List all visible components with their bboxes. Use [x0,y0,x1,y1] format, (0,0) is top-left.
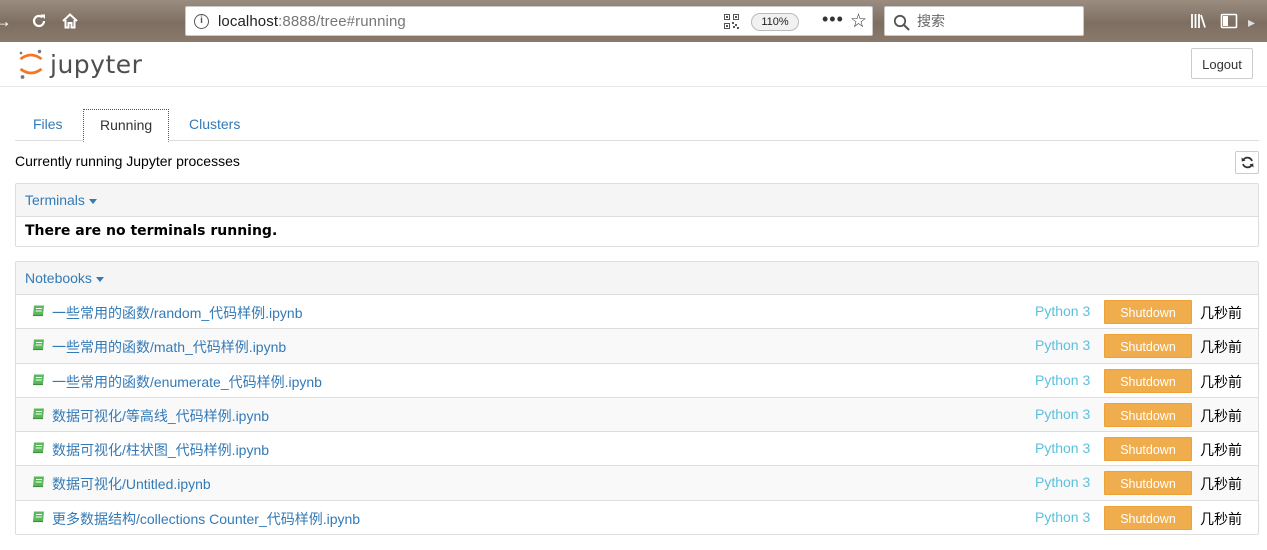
home-icon[interactable] [59,10,81,32]
shutdown-button[interactable]: Shutdown [1104,505,1192,530]
notebooks-panel: Notebooks 一些常用的函数/random_代码样例.ipynb Pyth… [15,261,1259,535]
running-section-title: Currently running Jupyter processes [15,153,240,169]
tab-files[interactable]: Files [17,109,79,141]
notebook-book-icon [33,374,44,385]
notebook-link[interactable]: 一些常用的函数/math_代码样例.ipynb [52,337,286,357]
forward-icon[interactable]: → [0,10,14,32]
notebook-link[interactable]: 更多数据结构/collections Counter_代码样例.ipynb [52,509,360,529]
notebook-book-icon [33,442,44,454]
notebook-book-icon [33,511,44,522]
terminals-panel: Terminals There are no terminals running… [15,183,1259,247]
notebook-book-icon [33,305,44,317]
shutdown-button[interactable]: Shutdown [1104,437,1192,462]
terminals-empty-message: There are no terminals running. [25,223,278,239]
bookmark-star-icon[interactable]: ☆ [850,10,867,33]
notebook-row: 一些常用的函数/math_代码样例.ipynb Python 3 Shutdow… [16,329,1258,364]
kernel-name: Python 3 [1035,440,1091,457]
notebook-row: 数据可视化/等高线_代码样例.ipynb Python 3 Shutdown 几… [16,397,1258,433]
last-activity-time: 几秒前 [1200,305,1242,321]
notebook-link[interactable]: 一些常用的函数/random_代码样例.ipynb [52,303,303,323]
terminals-panel-header[interactable]: Terminals [16,184,1258,217]
kernel-name: Python 3 [1035,508,1091,525]
sidebar-toggle-icon[interactable] [1220,12,1238,30]
notebook-link[interactable]: 数据可视化/Untitled.ipynb [52,474,211,494]
qr-code-icon[interactable] [724,14,739,29]
kernel-name: Python 3 [1035,371,1091,388]
search-input[interactable] [915,11,1075,31]
notebook-row: 一些常用的函数/enumerate_代码样例.ipynb Python 3 Sh… [16,364,1258,398]
tab-clusters[interactable]: Clusters [173,109,256,141]
notebook-book-icon [33,408,44,419]
tab-running[interactable]: Running [83,109,170,142]
jupyter-header: jupyter Logout [0,42,1267,87]
notebook-list: 一些常用的函数/random_代码样例.ipynb Python 3 Shutd… [16,295,1258,535]
kernel-name: Python 3 [1035,405,1091,422]
library-icon[interactable] [1190,12,1208,30]
kernel-name: Python 3 [1035,303,1091,319]
shutdown-button[interactable]: Shutdown [1104,402,1192,427]
notebook-row: 数据可视化/Untitled.ipynb Python 3 Shutdown 几… [16,466,1258,501]
last-activity-time: 几秒前 [1200,339,1242,356]
search-icon [893,14,910,31]
reload-icon[interactable] [28,10,50,32]
last-activity-time: 几秒前 [1200,510,1242,527]
shutdown-button[interactable]: Shutdown [1104,368,1192,393]
notebooks-toggle[interactable]: Notebooks [25,270,92,286]
overflow-menu-icon[interactable]: ▸ [1248,14,1255,31]
last-activity-time: 几秒前 [1200,407,1242,424]
page-actions-icon[interactable]: ••• [822,9,844,30]
search-bar[interactable] [884,6,1084,36]
last-activity-time: 几秒前 [1200,373,1242,390]
address-bar[interactable]: i localhost:8888/tree#running 110% ••• ☆ [185,6,873,36]
jupyter-logo-icon [19,49,43,79]
shutdown-button[interactable]: Shutdown [1104,471,1192,496]
jupyter-logo-text: jupyter [50,50,143,79]
notebook-link[interactable]: 一些常用的函数/enumerate_代码样例.ipynb [52,372,322,392]
notebook-row: 一些常用的函数/random_代码样例.ipynb Python 3 Shutd… [16,295,1258,330]
notebook-link[interactable]: 数据可视化/等高线_代码样例.ipynb [52,406,269,426]
notebook-row: 更多数据结构/collections Counter_代码样例.ipynb Py… [16,501,1258,535]
caret-down-icon[interactable] [95,276,104,282]
info-icon[interactable]: i [194,14,209,29]
url-text[interactable]: localhost:8888/tree#running [218,13,406,30]
notebook-book-icon [33,476,44,488]
notebooks-panel-header[interactable]: Notebooks [16,262,1258,295]
tab-bar: Files Running Clusters [15,109,1259,142]
refresh-button[interactable] [1235,151,1259,174]
kernel-name: Python 3 [1035,337,1091,354]
shutdown-button[interactable]: Shutdown [1104,300,1192,324]
notebook-link[interactable]: 数据可视化/柱状图_代码样例.ipynb [52,440,269,460]
shutdown-button[interactable]: Shutdown [1104,334,1192,359]
notebook-book-icon [33,339,44,351]
terminals-toggle[interactable]: Terminals [25,192,85,208]
logout-button[interactable]: Logout [1191,48,1253,79]
last-activity-time: 几秒前 [1200,476,1242,493]
caret-down-icon[interactable] [88,198,97,204]
last-activity-time: 几秒前 [1200,442,1242,459]
refresh-icon [1241,156,1254,169]
browser-toolbar: → i localhost:8888/tree#running 110% ••• [0,0,1267,42]
notebook-row: 数据可视化/柱状图_代码样例.ipynb Python 3 Shutdown 几… [16,432,1258,467]
zoom-indicator[interactable]: 110% [751,13,799,31]
kernel-name: Python 3 [1035,474,1091,491]
